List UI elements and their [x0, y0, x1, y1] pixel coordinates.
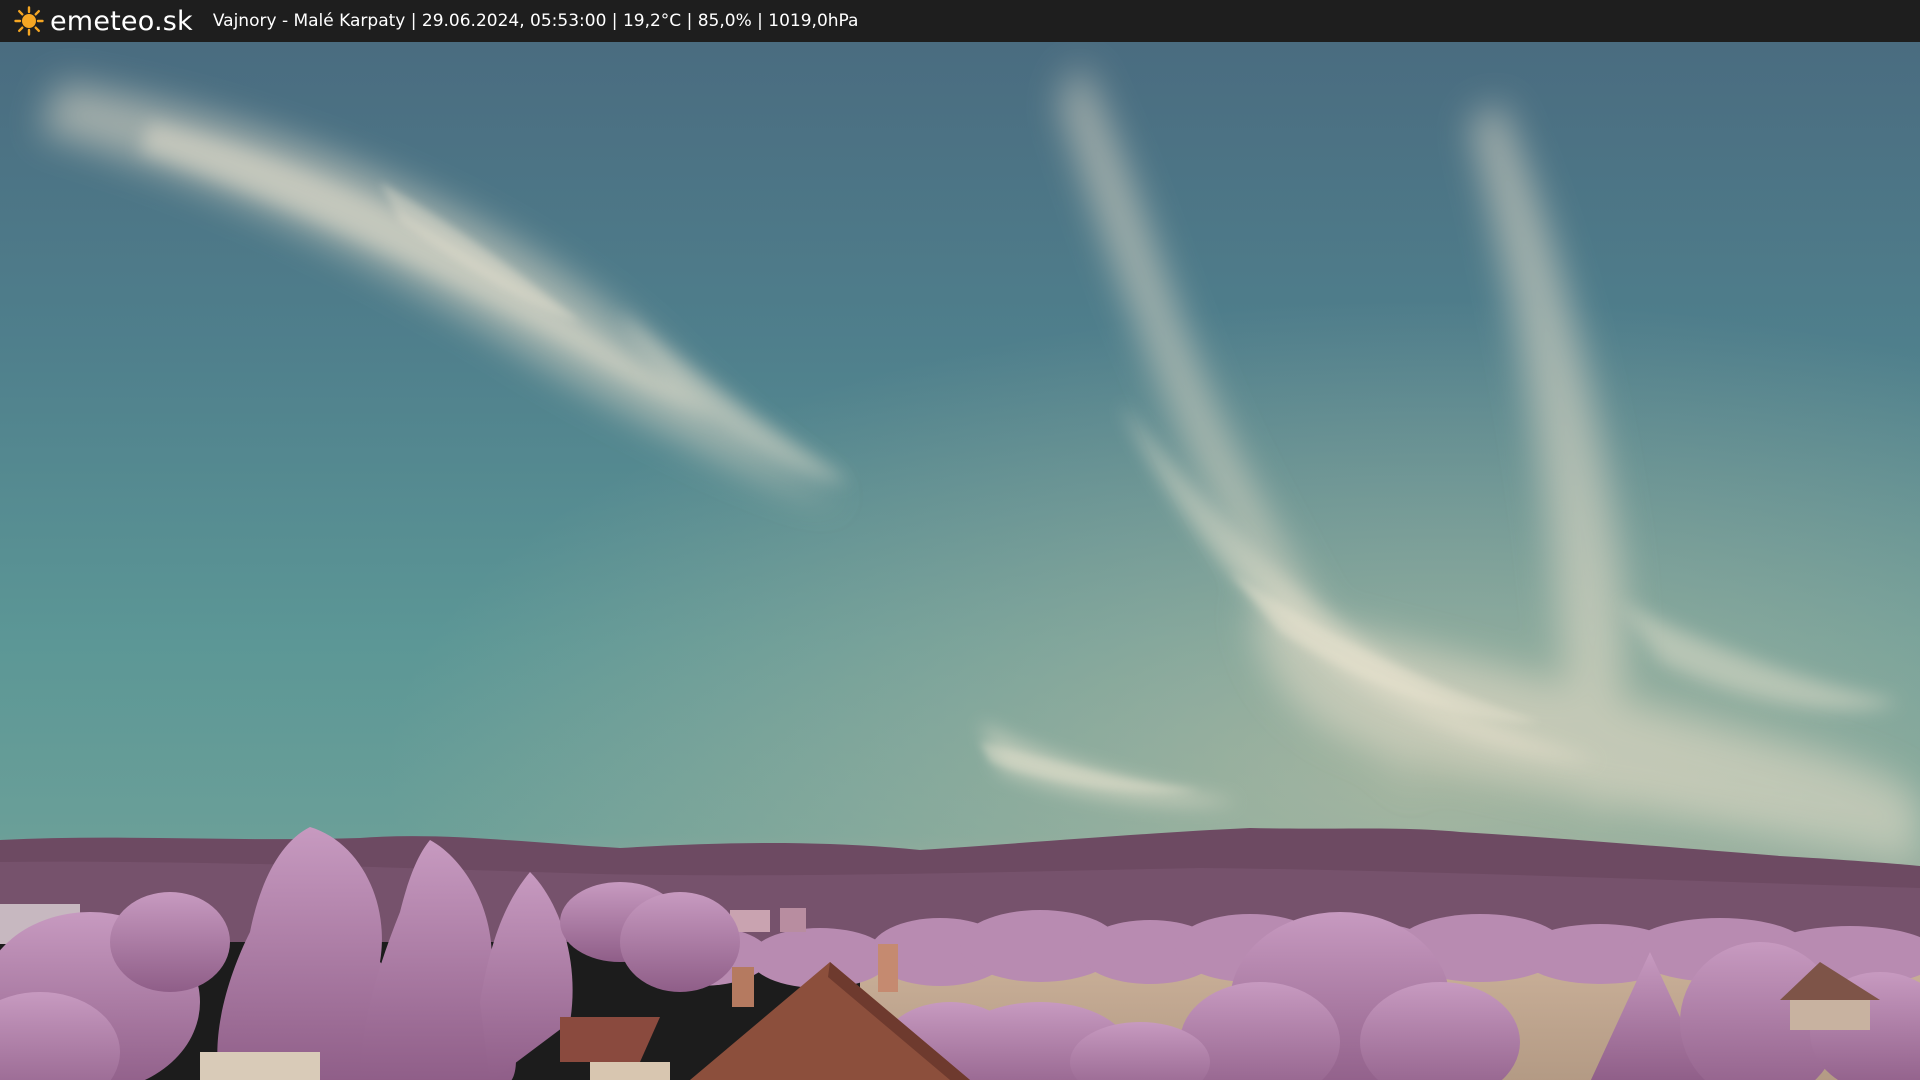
station-info: Vajnory - Malé Karpaty | 29.06.2024, 05:… — [213, 11, 859, 31]
site-logo[interactable]: emeteo.sk — [14, 6, 193, 37]
webcam-frame: emeteo.sk Vajnory - Malé Karpaty | 29.06… — [0, 0, 1920, 1080]
separator: | — [606, 11, 623, 31]
timestamp-label: 29.06.2024, 05:53:00 — [421, 11, 607, 31]
separator: | — [405, 11, 422, 31]
pressure-label: 1019,0hPa — [768, 11, 859, 31]
separator: | — [751, 11, 769, 31]
info-bar: emeteo.sk Vajnory - Malé Karpaty | 29.06… — [0, 0, 1920, 42]
webcam-image — [0, 42, 1920, 1080]
site-name: emeteo.sk — [50, 5, 193, 37]
sun-icon — [14, 6, 44, 36]
humidity-label: 85,0% — [697, 11, 752, 31]
location-label: Vajnory - Malé Karpaty — [212, 11, 406, 31]
temperature-label: 19,2°C — [622, 11, 682, 31]
separator: | — [681, 11, 698, 31]
